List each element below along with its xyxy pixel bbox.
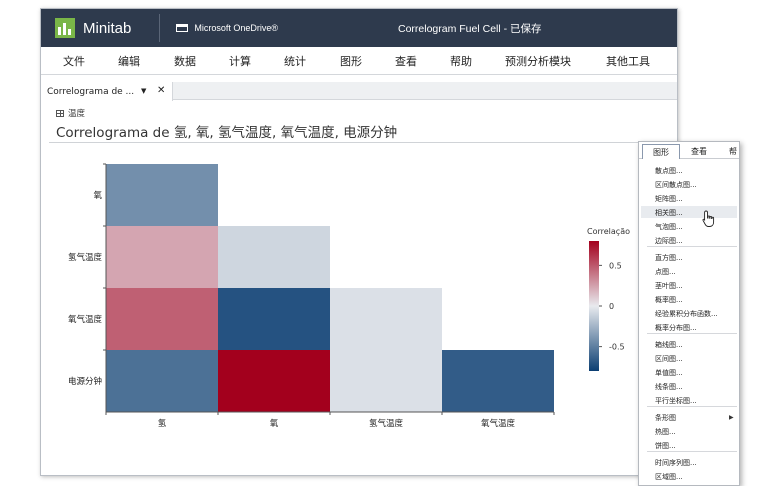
graph-menu-item[interactable]: 概率图... <box>655 295 683 305</box>
graph-menu-item[interactable]: 边际图... <box>655 236 683 246</box>
heatmap-cell <box>218 288 330 350</box>
graph-menu-item[interactable]: 箱线图... <box>655 340 683 350</box>
correlogram-chart: 氧氢气温度氧气温度电源分钟氢氧氢气温度 氧气温度Correlação0.50-0.… <box>68 163 630 429</box>
hand-cursor-icon <box>702 210 715 227</box>
legend-tick-label: 0 <box>609 302 614 311</box>
heatmap-cell <box>218 350 330 412</box>
legend-title: Correlação <box>587 227 630 236</box>
heatmap-cell <box>106 350 218 412</box>
legend-tick-label: -0.5 <box>609 343 625 352</box>
heatmap-cell <box>218 226 330 288</box>
y-tick-label: 电源分钟 <box>68 376 102 387</box>
dropdown-tab-help[interactable]: 帮 <box>729 146 737 157</box>
graph-menu-dropdown: 图形 查看 帮 散点图... 区间散点图... 矩阵图... 相关图... 气泡图...… <box>638 141 740 486</box>
x-tick-label: 氢气温度 <box>369 418 404 429</box>
graph-menu-item[interactable]: 平行坐标图... <box>655 396 697 406</box>
heatmap-cell <box>330 350 442 412</box>
menu-separator <box>647 406 737 407</box>
minitab-window: Minitab Microsoft OneDrive® Correlogram … <box>40 8 678 476</box>
graph-menu-item[interactable]: 时间序列图... <box>655 458 697 468</box>
dropdown-header: 图形 查看 帮 <box>639 142 739 159</box>
x-tick-label: 氢 <box>158 418 167 429</box>
dropdown-tab-graph[interactable]: 图形 <box>642 144 680 159</box>
graph-menu-item[interactable]: 单值图... <box>655 368 683 378</box>
menu-separator <box>647 333 737 334</box>
graph-menu-item[interactable]: 气泡图... <box>655 222 683 232</box>
legend-tick-label: 0.5 <box>609 261 622 270</box>
graph-menu-item[interactable]: 点图... <box>655 267 676 277</box>
heatmap-cell <box>106 164 218 226</box>
graph-menu-item[interactable]: 矩阵图... <box>655 194 683 204</box>
graph-menu-item[interactable]: 线条图... <box>655 382 683 392</box>
heatmap-cell <box>106 288 218 350</box>
x-tick-label: 氧气温度 <box>481 418 516 429</box>
heatmap-cell <box>442 350 554 412</box>
graph-menu-item[interactable]: 饼图... <box>655 441 676 451</box>
menu-separator <box>647 451 737 452</box>
graph-menu-item[interactable]: 区间散点图... <box>655 180 697 190</box>
heatmap-cell <box>106 226 218 288</box>
graph-menu-item[interactable]: 散点图... <box>655 166 683 176</box>
x-tick-label: 氧 <box>270 418 279 429</box>
graph-menu-item[interactable]: 区间图... <box>655 354 683 364</box>
graph-menu-item[interactable]: 条形图 <box>655 413 676 423</box>
submenu-arrow-icon: ▶ <box>729 414 734 421</box>
graph-menu-item[interactable]: 茎叶图... <box>655 281 683 291</box>
dropdown-tab-view[interactable]: 查看 <box>691 146 707 157</box>
y-tick-label: 氧气温度 <box>68 314 103 325</box>
graph-menu-item[interactable]: 概率分布图... <box>655 323 697 333</box>
legend-color-bar <box>589 241 599 371</box>
y-tick-label: 氧 <box>93 190 102 201</box>
menu-separator <box>647 246 737 247</box>
heatmap-cell <box>330 288 442 350</box>
graph-menu-item[interactable]: 区域图... <box>655 472 683 482</box>
graph-menu-item[interactable]: 直方图... <box>655 253 683 263</box>
graph-menu-item[interactable]: 经验累积分布函数... <box>655 309 718 319</box>
y-tick-label: 氢气温度 <box>68 252 103 263</box>
graph-menu-item[interactable]: 热图... <box>655 427 676 437</box>
graph-menu-item[interactable]: 相关图... <box>655 208 683 218</box>
